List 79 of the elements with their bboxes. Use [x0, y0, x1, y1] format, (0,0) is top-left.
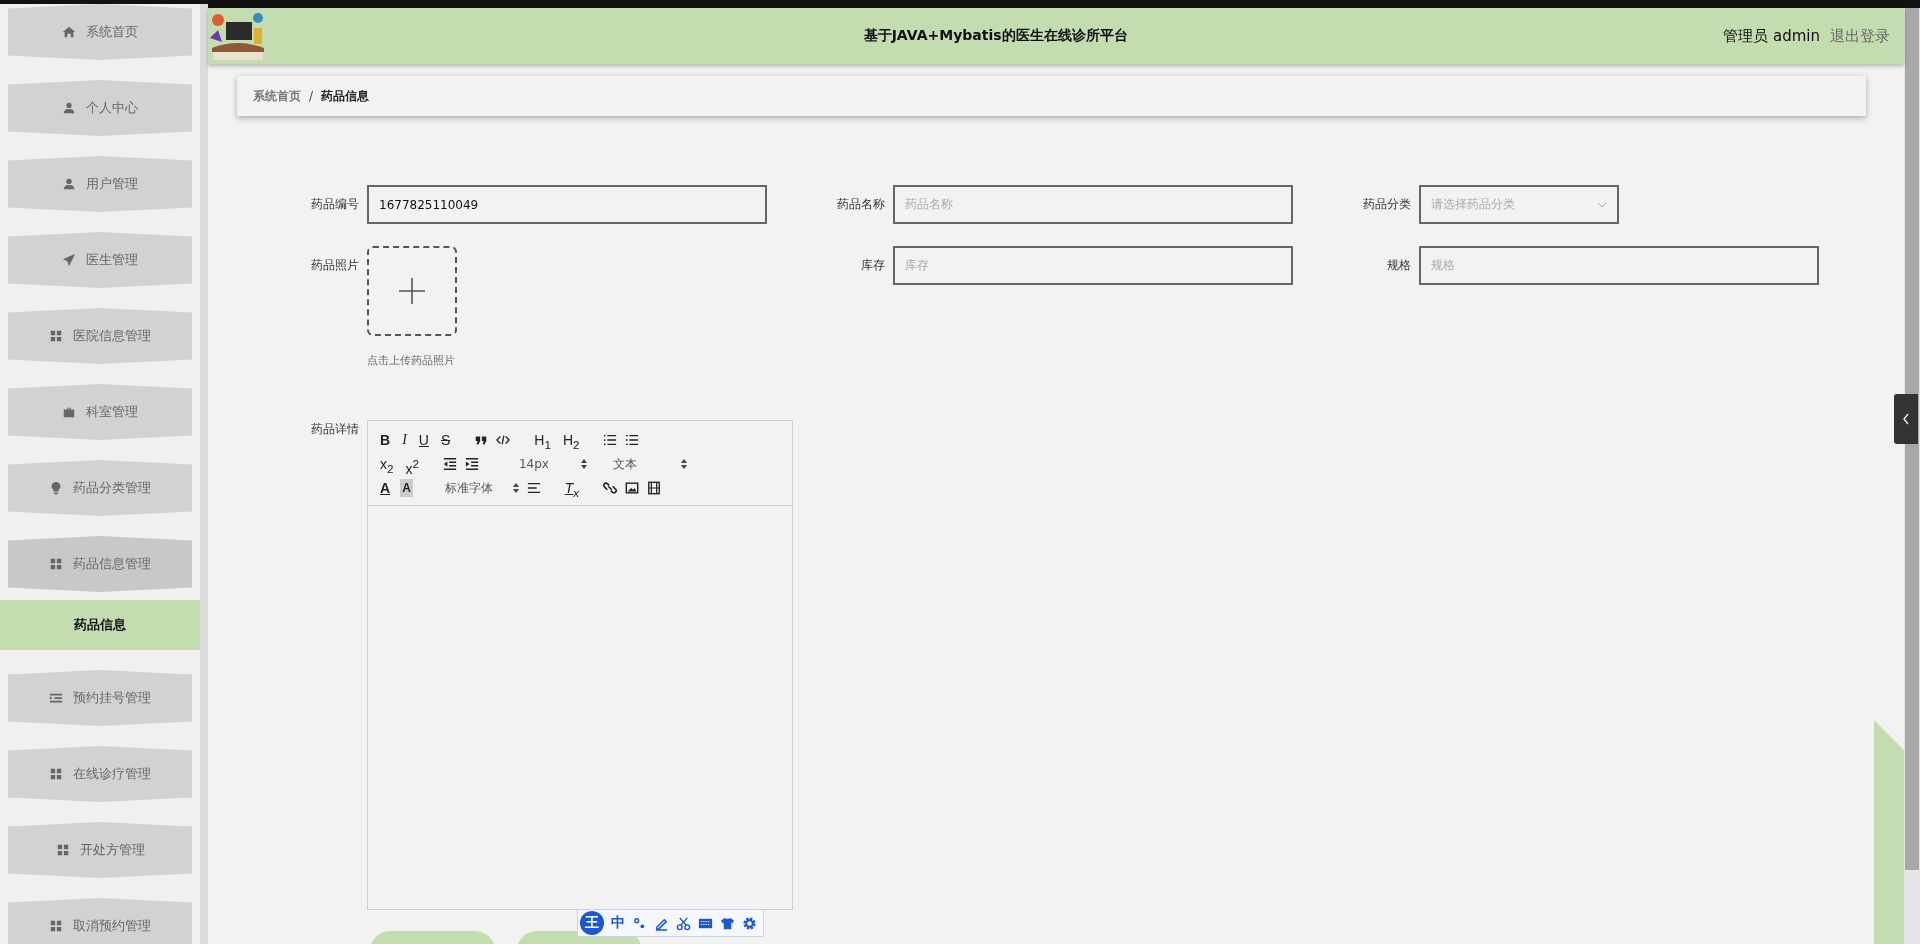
plus-icon: [397, 276, 427, 306]
menu-icon: [49, 919, 63, 933]
menu-item[interactable]: 科室管理: [8, 384, 192, 440]
align-icon[interactable]: [526, 481, 541, 495]
image-icon[interactable]: [625, 481, 640, 495]
menu-icon: [49, 329, 63, 343]
subscript-button[interactable]: x$_{2}$: [378, 455, 396, 473]
menu-item[interactable]: 系统首页: [8, 4, 192, 60]
menu-icon: [49, 691, 63, 705]
updown-icon: [580, 459, 587, 469]
updown-icon: [512, 483, 519, 493]
updown-icon: [680, 459, 687, 469]
side-panel-tab[interactable]: [1894, 394, 1918, 444]
input-field[interactable]: 1677825110049: [367, 185, 767, 224]
ime-logo[interactable]: 王: [580, 911, 604, 935]
menu-icon: [62, 177, 76, 191]
menu-item[interactable]: 预约挂号管理: [8, 670, 192, 726]
submenu-item[interactable]: 药品信息: [0, 600, 200, 650]
underline-button[interactable]: U: [416, 431, 431, 449]
ime-mode[interactable]: 中: [611, 914, 625, 932]
background-color-button[interactable]: A: [400, 479, 413, 497]
chevron-left-icon: [1902, 413, 1910, 425]
indent-icon[interactable]: [464, 457, 479, 471]
menu-icon: [62, 25, 76, 39]
header-select[interactable]: 文本: [602, 455, 687, 473]
italic-button[interactable]: I: [400, 431, 409, 449]
heading-button[interactable]: H$_{1}$: [532, 431, 553, 449]
breadcrumb-separator: /: [309, 89, 314, 103]
user-label: 管理员 admin: [1723, 26, 1820, 46]
ordered-list-icon[interactable]: [603, 433, 618, 447]
menu-icon: [49, 767, 63, 781]
menu-item[interactable]: 医生管理: [8, 232, 192, 288]
heading-button[interactable]: H$_{2}$: [560, 431, 582, 449]
code-icon[interactable]: [496, 433, 511, 447]
strike-button[interactable]: S: [438, 431, 453, 449]
bullet-list-icon[interactable]: [625, 433, 640, 447]
menu-item[interactable]: 个人中心: [8, 80, 192, 136]
punctuation-icon[interactable]: [632, 915, 647, 931]
logout-link[interactable]: 退出登录: [1830, 26, 1890, 46]
scrollbar-thumb[interactable]: [1905, 8, 1919, 870]
settings-icon[interactable]: [742, 915, 757, 931]
text-color-button[interactable]: A: [378, 479, 393, 497]
field-label: 规格: [1386, 257, 1412, 274]
link-icon[interactable]: [603, 481, 618, 495]
menu-icon: [62, 253, 76, 267]
superscript-button[interactable]: x$^{2}$: [403, 455, 421, 473]
menu-icon: [62, 405, 76, 419]
field-label: 药品编号: [310, 196, 360, 213]
menu-item[interactable]: 医院信息管理: [8, 308, 192, 364]
chevron-down-icon: [1597, 201, 1607, 208]
menu-item[interactable]: 药品分类管理: [8, 460, 192, 516]
menu-item[interactable]: 取消预约管理: [8, 898, 192, 944]
upload-box[interactable]: [367, 246, 457, 336]
size-select[interactable]: 14px: [508, 457, 587, 471]
menu-item[interactable]: 用户管理: [8, 156, 192, 212]
video-icon[interactable]: [647, 481, 662, 495]
upload-hint: 点击上传药品照片: [367, 353, 456, 368]
shirt-icon[interactable]: [720, 915, 735, 931]
breadcrumb-current: 药品信息: [321, 87, 370, 105]
font-select[interactable]: 标准字体: [434, 479, 519, 497]
field-label: 药品详情: [310, 421, 360, 438]
menu-item[interactable]: 药品信息管理: [8, 536, 192, 592]
scissors-icon[interactable]: [676, 915, 691, 931]
bold-button[interactable]: B: [378, 431, 393, 449]
menu-icon: [62, 101, 76, 115]
outdent-icon[interactable]: [442, 457, 457, 471]
app-title: 基于JAVA+Mybatis的医生在线诊所平台: [862, 27, 1129, 45]
field-label: 药品照片: [310, 257, 360, 274]
field-label: 药品分类: [1362, 196, 1412, 213]
clear-format-button[interactable]: T$_{x}$: [562, 479, 582, 497]
field-label: 药品名称: [836, 196, 886, 213]
breadcrumb-link[interactable]: 系统首页: [253, 87, 301, 105]
field-label: 库存: [860, 257, 886, 274]
scrollbar[interactable]: [1904, 8, 1920, 944]
menu-icon: [55, 843, 70, 857]
menu-item[interactable]: 开处方管理: [8, 822, 192, 878]
menu-icon: [49, 557, 63, 571]
menu-icon: [49, 481, 63, 495]
menu-item[interactable]: 在线诊疗管理: [8, 746, 192, 802]
